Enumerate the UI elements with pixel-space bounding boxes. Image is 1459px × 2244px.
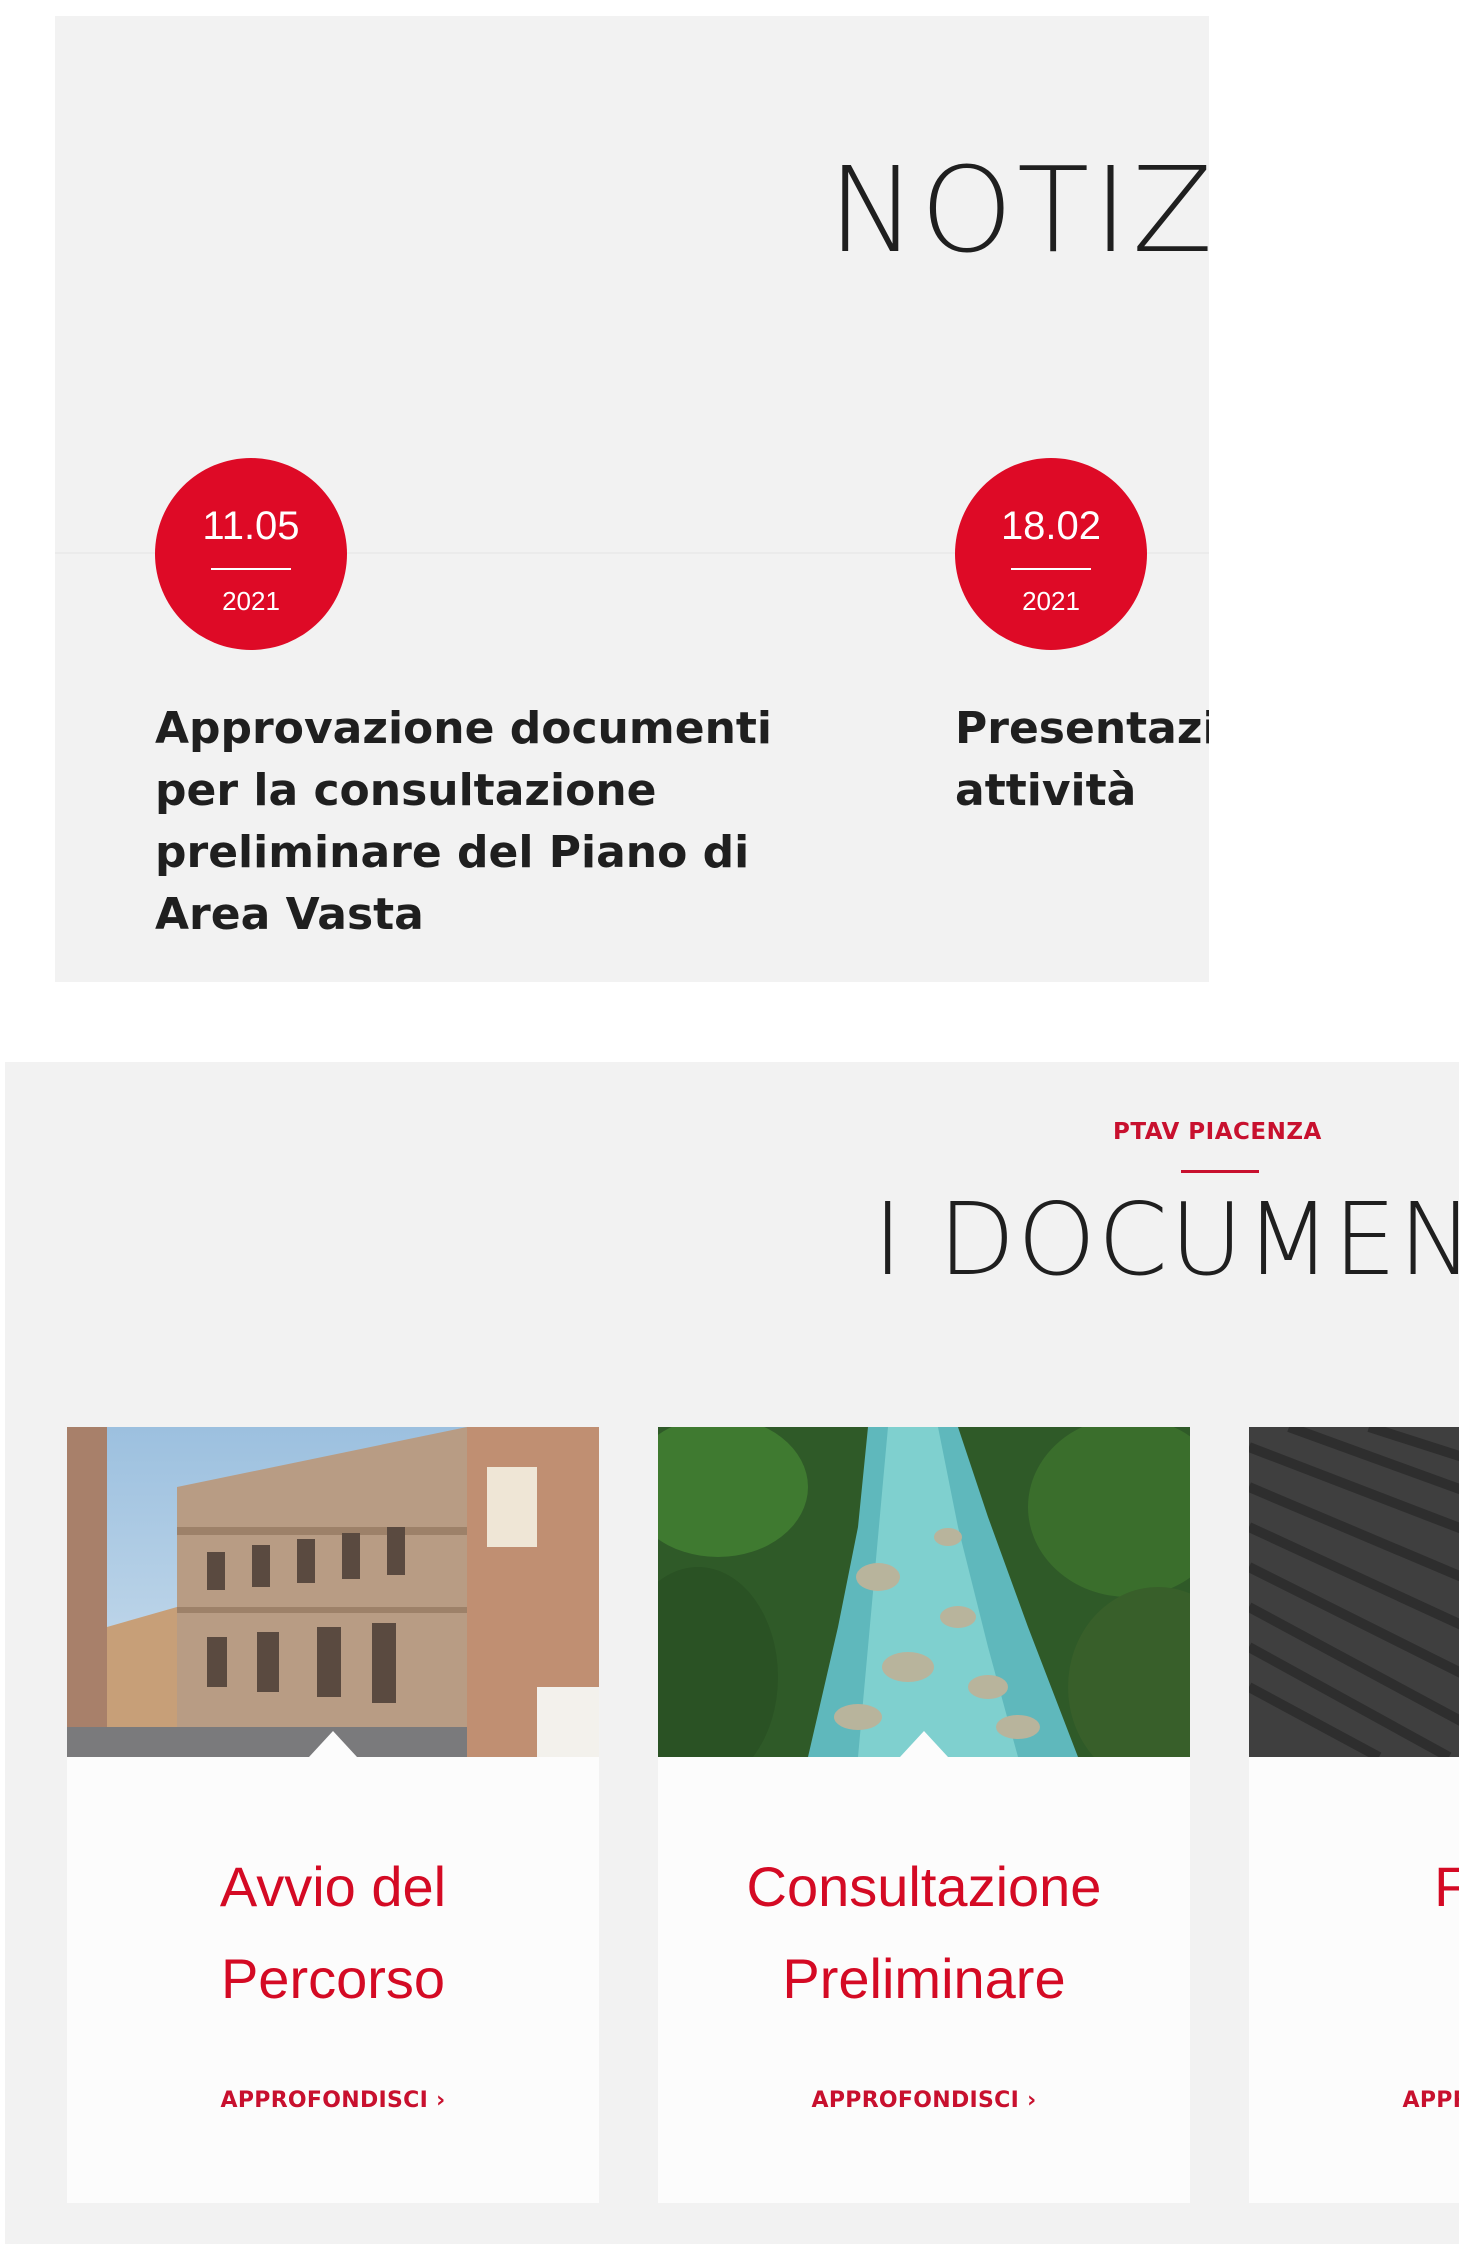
document-card[interactable]: Consultazione Preliminare APPROFONDISCI › xyxy=(658,1427,1190,2244)
document-card-title[interactable]: Avvio del Percorso xyxy=(67,1841,599,2025)
document-card-image[interactable] xyxy=(1249,1427,1459,1757)
title-line: Percorso xyxy=(220,1947,446,2010)
news-headline-link[interactable]: Presentazione delle attività xyxy=(955,698,1209,822)
document-card[interactable]: Forma del APPROFONDISCI› xyxy=(1249,1427,1459,2244)
title-line: del xyxy=(1249,1933,1459,2025)
date-year: 2021 xyxy=(222,586,280,616)
date-badge: 11.05 2021 xyxy=(155,458,347,650)
document-card-body: Forma del APPROFONDISCI› xyxy=(1249,1757,1459,2203)
vineyard-rows-photo xyxy=(1249,1427,1459,1757)
date-day: 11.05 xyxy=(202,504,300,548)
documents-section-title: I DOCUMENTI xyxy=(873,1181,1459,1298)
date-day: 18.02 xyxy=(1000,504,1102,548)
historic-palace-photo xyxy=(67,1427,599,1757)
chevron-right-icon: › xyxy=(1027,2088,1037,2113)
document-card[interactable]: Avvio del Percorso APPROFONDISCI › xyxy=(67,1427,599,2244)
link-label: APPROFONDISCI xyxy=(220,2088,429,2113)
news-item[interactable]: 18.02 2021 Presentazione delle attività xyxy=(955,458,1209,822)
date-divider xyxy=(211,568,291,570)
news-section: NOTIZIE 11.05 2021 Approvazione document… xyxy=(55,16,1209,982)
date-year: 2021 xyxy=(1022,586,1080,616)
title-line: Consultazione xyxy=(746,1855,1102,1918)
date-badge: 18.02 2021 xyxy=(955,458,1147,650)
section-eyebrow: PTAV PIACENZA xyxy=(1113,1119,1322,1145)
approfondisci-link[interactable]: APPROFONDISCI› xyxy=(1249,2088,1459,2113)
card-notch xyxy=(900,1731,948,1757)
link-label: APPROFONDISCI xyxy=(1402,2088,1459,2113)
title-line: Forma xyxy=(1434,1855,1459,1918)
news-section-title: NOTIZIE xyxy=(828,141,1209,279)
document-card-body: Consultazione Preliminare APPROFONDISCI › xyxy=(658,1757,1190,2203)
river-gorge-photo xyxy=(658,1427,1190,1757)
documents-section: PTAV PIACENZA I DOCUMENTI xyxy=(5,1062,1459,2244)
document-card-title[interactable]: Forma del xyxy=(1249,1841,1459,2025)
title-line: Preliminare xyxy=(782,1947,1066,2010)
title-line: Avvio del xyxy=(219,1855,447,1918)
news-headline-link[interactable]: Approvazione documenti per la consultazi… xyxy=(155,698,815,946)
approfondisci-link[interactable]: APPROFONDISCI › xyxy=(658,2088,1190,2113)
eyebrow-underline xyxy=(1181,1170,1259,1173)
document-card-body: Avvio del Percorso APPROFONDISCI › xyxy=(67,1757,599,2203)
document-card-image[interactable] xyxy=(658,1427,1190,1757)
chevron-right-icon: › xyxy=(436,2088,446,2113)
document-card-title[interactable]: Consultazione Preliminare xyxy=(658,1841,1190,2025)
news-item[interactable]: 11.05 2021 Approvazione documenti per la… xyxy=(155,458,815,946)
link-label: APPROFONDISCI xyxy=(811,2088,1020,2113)
date-divider xyxy=(1011,568,1091,570)
card-notch xyxy=(309,1731,357,1757)
document-card-image[interactable] xyxy=(67,1427,599,1757)
approfondisci-link[interactable]: APPROFONDISCI › xyxy=(67,2088,599,2113)
